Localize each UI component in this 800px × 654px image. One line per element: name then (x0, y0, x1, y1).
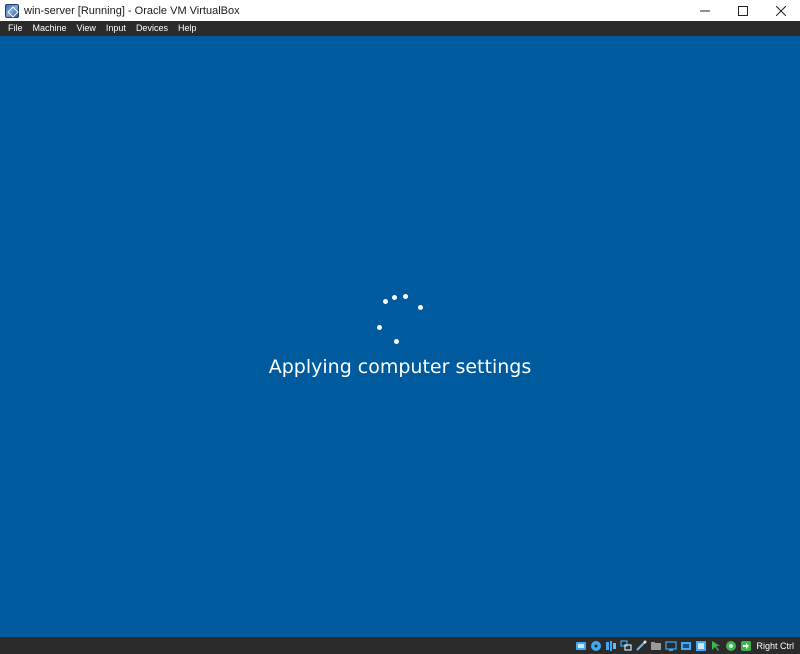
usb-icon[interactable] (634, 639, 647, 652)
statusbar: Right Ctrl (0, 637, 800, 654)
close-button[interactable] (762, 0, 800, 21)
menu-view[interactable]: View (72, 21, 101, 36)
menubar: File Machine View Input Devices Help (0, 21, 800, 36)
minimize-icon (700, 10, 710, 11)
recording-icon[interactable] (679, 639, 692, 652)
status-message: Applying computer settings (268, 356, 532, 378)
loading-spinner-icon (0, 36, 800, 637)
optical-drive-icon[interactable] (589, 639, 602, 652)
close-icon (776, 5, 786, 16)
menu-machine[interactable]: Machine (28, 21, 72, 36)
cpu-icon[interactable] (694, 639, 707, 652)
keyboard-capture-icon[interactable] (724, 639, 737, 652)
maximize-button[interactable] (724, 0, 762, 21)
spinner-dot (383, 299, 388, 304)
menu-devices[interactable]: Devices (131, 21, 173, 36)
maximize-icon (738, 5, 748, 16)
hard-disk-icon[interactable] (574, 639, 587, 652)
host-key-arrow-icon[interactable] (739, 639, 752, 652)
menu-input[interactable]: Input (101, 21, 131, 36)
mouse-integration-icon[interactable] (709, 639, 722, 652)
window-controls (686, 0, 800, 21)
spinner-dot (377, 325, 382, 330)
display-icon[interactable] (664, 639, 677, 652)
host-key-label: Right Ctrl (756, 640, 794, 651)
virtualbox-app-icon (5, 3, 19, 18)
menu-help[interactable]: Help (173, 21, 202, 36)
minimize-button[interactable] (686, 0, 724, 21)
menu-file[interactable]: File (3, 21, 28, 36)
shared-folders-icon[interactable] (649, 639, 662, 652)
network-icon[interactable] (619, 639, 632, 652)
window-titlebar[interactable]: win-server [Running] - Oracle VM Virtual… (0, 0, 800, 21)
audio-icon[interactable] (604, 639, 617, 652)
window-title: win-server [Running] - Oracle VM Virtual… (24, 4, 240, 17)
vm-guest-screen[interactable]: Applying computer settings (0, 36, 800, 637)
spinner-dot (403, 294, 408, 299)
spinner-dot (394, 339, 399, 344)
spinner-dot (392, 295, 397, 300)
spinner-dot (418, 305, 423, 310)
